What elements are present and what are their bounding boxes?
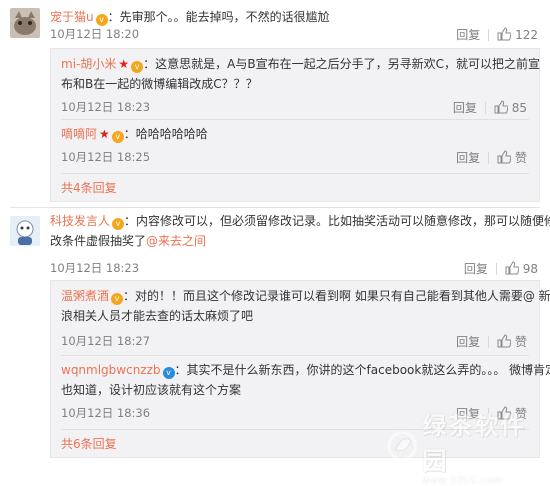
leaf-logo-icon xyxy=(387,431,417,461)
thumbs-up-icon xyxy=(494,100,508,114)
username-link[interactable]: mi-胡小米 xyxy=(61,57,116,71)
thumbs-up-icon xyxy=(497,27,512,41)
member-badge-icon: v xyxy=(111,131,124,143)
like-count: 赞 xyxy=(514,151,527,165)
mention-link[interactable]: @来去之间 xyxy=(146,234,206,248)
reply-text: ：其实不是什么新东西，你讲的这个facebook就这么弄的。。。 微博肯定 xyxy=(174,363,550,377)
member-badge-icon: v xyxy=(111,293,124,305)
reply-button[interactable]: 回复 xyxy=(464,260,488,277)
watermark-url: www.33LC.com xyxy=(422,476,504,486)
comment-time: 10月12日 18:20 xyxy=(50,27,140,41)
divider xyxy=(61,119,529,120)
reply-time: 10月12日 18:36 xyxy=(61,406,151,420)
username-link[interactable]: wqnmlgbwcnzzb xyxy=(61,363,161,377)
username-link[interactable]: 宠于猫u xyxy=(50,10,94,24)
like-button[interactable]: 98 xyxy=(505,261,538,276)
like-button[interactable]: 赞 xyxy=(497,333,527,350)
site-watermark: 绿茶软件园 www.33LC.com xyxy=(386,406,546,486)
member-badge-icon: v xyxy=(131,61,144,73)
member-badge-icon: v xyxy=(95,14,108,26)
reply-item: mi-胡小米 ★ v ：这意思就是，A与B宣布在一起之后分手了，另寻新欢C，就可以把之… xyxy=(61,55,540,116)
member-badge-icon: v xyxy=(112,218,125,230)
reply-text: ：对的！！而且这个修改记录谁可以看到啊 如果只有自己能看到其他人需要@ 新 xyxy=(123,289,550,303)
comment-text: ：内容修改可以，但必须留修改记录。比如抽奖活动可以随意修改，那可以随便修 xyxy=(124,214,550,228)
comment-text: ：先审那个。。能去掉吗，不然的话很尴尬 xyxy=(107,10,330,24)
star-icon: ★ xyxy=(118,57,130,71)
reply-button[interactable]: 回复 xyxy=(456,333,480,350)
divider xyxy=(488,151,490,164)
like-button[interactable]: 122 xyxy=(497,27,538,42)
like-count: 85 xyxy=(511,101,527,115)
reply-time: 10月12日 18:25 xyxy=(61,150,151,164)
reply-button[interactable]: 回复 xyxy=(453,99,477,116)
reply-button[interactable]: 回复 xyxy=(456,149,480,166)
reply-time: 10月12日 18:23 xyxy=(61,100,151,114)
username-link[interactable]: 温粥煮酒 xyxy=(61,289,109,303)
like-count: 98 xyxy=(522,262,538,276)
comment-item: 科技发言人 v ：内容修改可以，但必须留修改记录。比如抽奖活动可以随意修改，那可以随… xyxy=(0,208,550,280)
reply-text: 也知道，设计初应该就有这个方案 xyxy=(61,383,242,397)
watermark-title: 绿茶软件园 xyxy=(422,412,527,475)
reply-text: 布和B在一起的微博编辑改成C？？？ xyxy=(61,77,258,91)
avatar[interactable] xyxy=(10,8,40,38)
reply-text: 浪相关人员才能去查的话太麻烦了吧 xyxy=(61,309,254,323)
divider xyxy=(61,173,529,174)
star-icon: ★ xyxy=(99,127,110,141)
thumbs-up-icon xyxy=(497,334,512,348)
divider xyxy=(61,355,529,356)
like-button[interactable]: 85 xyxy=(494,100,527,115)
avatar[interactable] xyxy=(10,216,40,246)
comment-time: 10月12日 18:23 xyxy=(50,261,140,275)
divider xyxy=(484,101,486,114)
reply-text: ：哈哈哈哈哈哈 xyxy=(123,127,208,141)
like-count: 赞 xyxy=(514,335,527,349)
like-count: 122 xyxy=(515,28,538,42)
member-badge-icon: v xyxy=(162,367,175,379)
reply-item: 温粥煮酒 v ：对的！！而且这个修改记录谁可以看到啊 如果只有自己能看到其他人需要@… xyxy=(61,287,550,351)
comment-text: 改条件虚假抽奖了 xyxy=(50,234,147,248)
reply-text: ：这意思就是，A与B宣布在一起之后分手了，另寻新欢C，就可以把之前宣 xyxy=(143,57,540,71)
divider xyxy=(488,28,490,41)
thumbs-up-icon xyxy=(505,261,519,275)
reply-list: mi-胡小米 ★ v ：这意思就是，A与B宣布在一起之后分手了，另寻新欢C，就可以把之… xyxy=(50,48,540,202)
view-more-replies-link[interactable]: 共6条回复 xyxy=(61,435,117,452)
reply-item: 嘀嘀阿 ★ v ：哈哈哈哈哈哈 10月12日 18:25 回复 赞 xyxy=(61,125,539,165)
thumbs-up-icon xyxy=(497,150,512,164)
reply-time: 10月12日 18:27 xyxy=(61,334,151,348)
divider xyxy=(495,262,497,275)
like-button[interactable]: 赞 xyxy=(497,149,527,166)
view-more-replies-link[interactable]: 共4条回复 xyxy=(61,179,117,196)
username-link[interactable]: 科技发言人 xyxy=(50,214,110,228)
divider xyxy=(488,335,490,348)
username-link[interactable]: 嘀嘀阿 xyxy=(61,127,97,141)
reply-button[interactable]: 回复 xyxy=(456,26,480,43)
